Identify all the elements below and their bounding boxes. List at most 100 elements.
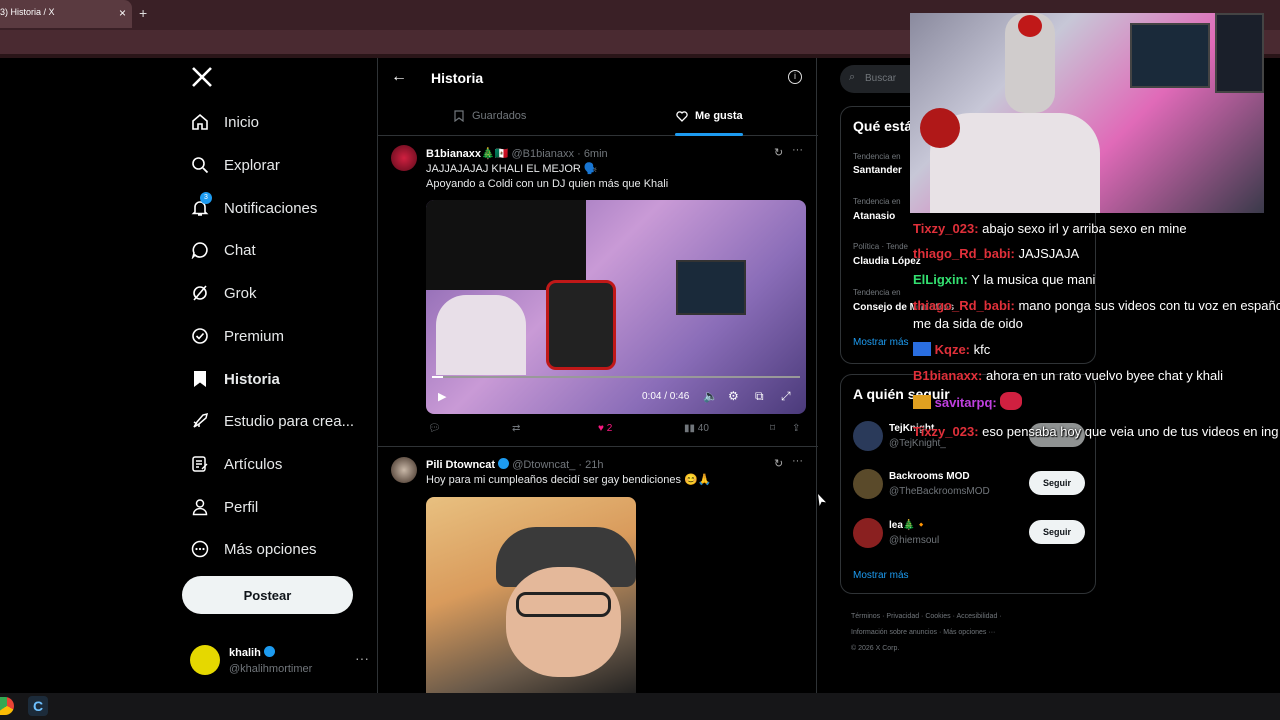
sidebar-item-chat[interactable]: Chat <box>190 238 256 262</box>
sidebar-item-grok[interactable]: Grok <box>190 281 257 305</box>
search-icon <box>190 155 210 175</box>
info-icon[interactable]: i <box>788 70 802 84</box>
avatar[interactable] <box>853 518 883 548</box>
video-player[interactable]: ▶ 0:04 / 0:46 🔈 ⚙ ⧉ ⤢ <box>426 200 806 414</box>
reply-icon[interactable]: 💬︎ <box>428 423 441 434</box>
volume-icon[interactable]: 🔈 <box>703 389 718 403</box>
views-button[interactable]: ▮▮ 40 <box>684 423 709 434</box>
footer-link[interactable]: Cookies <box>925 613 950 620</box>
sidebar-item-perfil[interactable]: Perfil <box>190 495 258 519</box>
follow-button[interactable]: Seguir <box>1029 520 1085 544</box>
footer-link[interactable]: Términos <box>851 613 880 620</box>
back-arrow-icon[interactable]: ← <box>391 68 407 86</box>
post-button[interactable]: Postear <box>182 576 353 614</box>
footer-link[interactable]: Accesibilidad <box>956 613 997 620</box>
taskbar: C <box>0 693 1280 720</box>
footer-link[interactable]: Privacidad <box>886 613 919 620</box>
tweet-author[interactable]: B1bianaxx🎄🇲🇽 @B1bianaxx · 6min <box>426 147 608 160</box>
sidebar-item-estudio[interactable]: Estudio para crea... <box>190 409 354 433</box>
like-count: 2 <box>606 423 613 434</box>
chat-message: savitarpq: <box>913 390 1023 415</box>
grok-icon[interactable]: ↻ <box>774 457 783 470</box>
retweet-icon[interactable]: ⇄ <box>512 423 520 434</box>
tweet-author[interactable]: Pili Dtowncat @Dtowncat_ · 21h <box>426 458 603 471</box>
sidebar-item-label: Chat <box>224 241 256 259</box>
show-more-link[interactable]: Mostrar más <box>853 337 909 348</box>
share-icon[interactable]: ⇪ <box>792 423 800 434</box>
chrome-app-icon[interactable] <box>0 697 14 715</box>
bookmark-icon <box>454 110 464 122</box>
page-title: Historia <box>431 70 484 86</box>
x-logo-icon[interactable] <box>191 66 215 90</box>
bell-icon: 3 <box>190 192 212 218</box>
glasses-shape <box>516 592 611 617</box>
tab-me-gusta[interactable]: Me gusta <box>676 110 743 122</box>
emote-icon <box>1000 392 1023 410</box>
browser-tab[interactable]: 3) Historia / X × <box>0 0 132 28</box>
footer-link[interactable]: Más opciones ··· <box>943 629 995 636</box>
badge-icon <box>913 342 931 356</box>
follow-name[interactable]: Backrooms MOD <box>889 471 970 482</box>
grok-icon[interactable]: ↻ <box>774 146 783 159</box>
trend-item[interactable]: Atanasio <box>853 211 895 222</box>
tab-close-button[interactable]: × <box>119 6 126 20</box>
person-icon <box>190 497 210 517</box>
sidebar-item-explorar[interactable]: Explorar <box>190 153 280 177</box>
tweet-actions: 💬︎ ⇄ ♥ 2 ▮▮ 40 ⌑ ⇪ <box>426 423 806 439</box>
more-icon[interactable]: ··· <box>792 144 803 156</box>
views-icon: ▮▮ <box>684 423 696 434</box>
app-icon[interactable]: C <box>28 696 48 716</box>
main-header: ← Historia i <box>378 58 818 98</box>
tab-guardados[interactable]: Guardados <box>454 110 526 122</box>
webcam-head <box>1018 15 1042 37</box>
sidebar-item-inicio[interactable]: Inicio <box>190 110 259 134</box>
settings-icon[interactable]: ⚙ <box>728 389 739 403</box>
sidebar-item-historia[interactable]: Historia <box>190 367 280 391</box>
sidebar-item-label: Explorar <box>224 156 280 174</box>
follow-handle: @TheBackroomsMOD <box>889 486 990 497</box>
sidebar-item-label: Perfil <box>224 498 259 516</box>
sidebar-item-premium[interactable]: Premium <box>190 324 284 348</box>
sidebar-item-label: Más opciones <box>224 540 317 558</box>
sidebar-item-articulos[interactable]: Artículos <box>190 452 282 476</box>
chat-message: Tixzy_023: eso pensaba hoy que veia uno … <box>913 424 1279 439</box>
trend-item[interactable]: Santander <box>853 165 902 176</box>
sidebar-item-label: Premium <box>224 327 285 345</box>
avatar[interactable] <box>391 457 417 483</box>
pip-icon[interactable]: ⧉ <box>755 389 764 404</box>
more-icon[interactable]: ··· <box>792 455 803 467</box>
show-more-link[interactable]: Mostrar más <box>853 570 909 581</box>
bookmark-icon[interactable]: ⌑ <box>770 423 775 434</box>
account-more-icon[interactable]: ··· <box>355 650 369 666</box>
video-progress-bar[interactable] <box>432 376 800 378</box>
heart-icon <box>676 110 688 122</box>
tweet-text: JAJJAJAJAJ KHALI EL MEJOR 🗣️ <box>426 163 598 175</box>
avatar[interactable] <box>853 421 883 451</box>
fullscreen-icon[interactable]: ⤢ <box>781 389 791 404</box>
sidebar-item-label: Grok <box>224 284 257 302</box>
sidebar-item-notificaciones[interactable]: 3 Notificaciones <box>190 192 317 220</box>
chat-message: Kqze: kfc <box>913 337 990 362</box>
tweet-image[interactable] <box>426 497 636 697</box>
like-button[interactable]: ♥ 2 <box>598 423 612 434</box>
crown-icon <box>913 395 931 409</box>
chat-icon <box>190 240 210 260</box>
trend-meta: Política · Tende <box>853 242 908 251</box>
tweet[interactable]: Pili Dtowncat @Dtowncat_ · 21h ↻ ··· Hoy… <box>378 448 818 697</box>
avatar[interactable] <box>853 469 883 499</box>
avatar[interactable] <box>391 145 417 171</box>
follow-button[interactable]: Seguir <box>1029 471 1085 495</box>
verified-badge-icon <box>498 458 510 469</box>
tab-bar: Guardados Me gusta <box>378 98 818 136</box>
home-icon <box>190 112 210 132</box>
trend-item[interactable]: Claudia López <box>853 256 921 267</box>
new-tab-button[interactable]: + <box>139 5 147 21</box>
sidebar-item-label: Artículos <box>224 455 283 473</box>
footer-link[interactable]: Información sobre anuncios <box>851 629 937 636</box>
play-icon[interactable]: ▶ <box>438 390 446 403</box>
follow-name[interactable]: lea🎄🔸 <box>889 520 928 531</box>
account-switcher[interactable]: khalih @khalihmortimer ··· <box>190 644 370 678</box>
sidebar-item-mas-opciones[interactable]: Más opciones <box>190 537 317 561</box>
left-sidebar: Inicio Explorar 3 Notificaciones Chat Gr… <box>180 58 377 693</box>
tweet[interactable]: B1bianaxx🎄🇲🇽 @B1bianaxx · 6min ↻ ··· JAJ… <box>378 137 818 447</box>
